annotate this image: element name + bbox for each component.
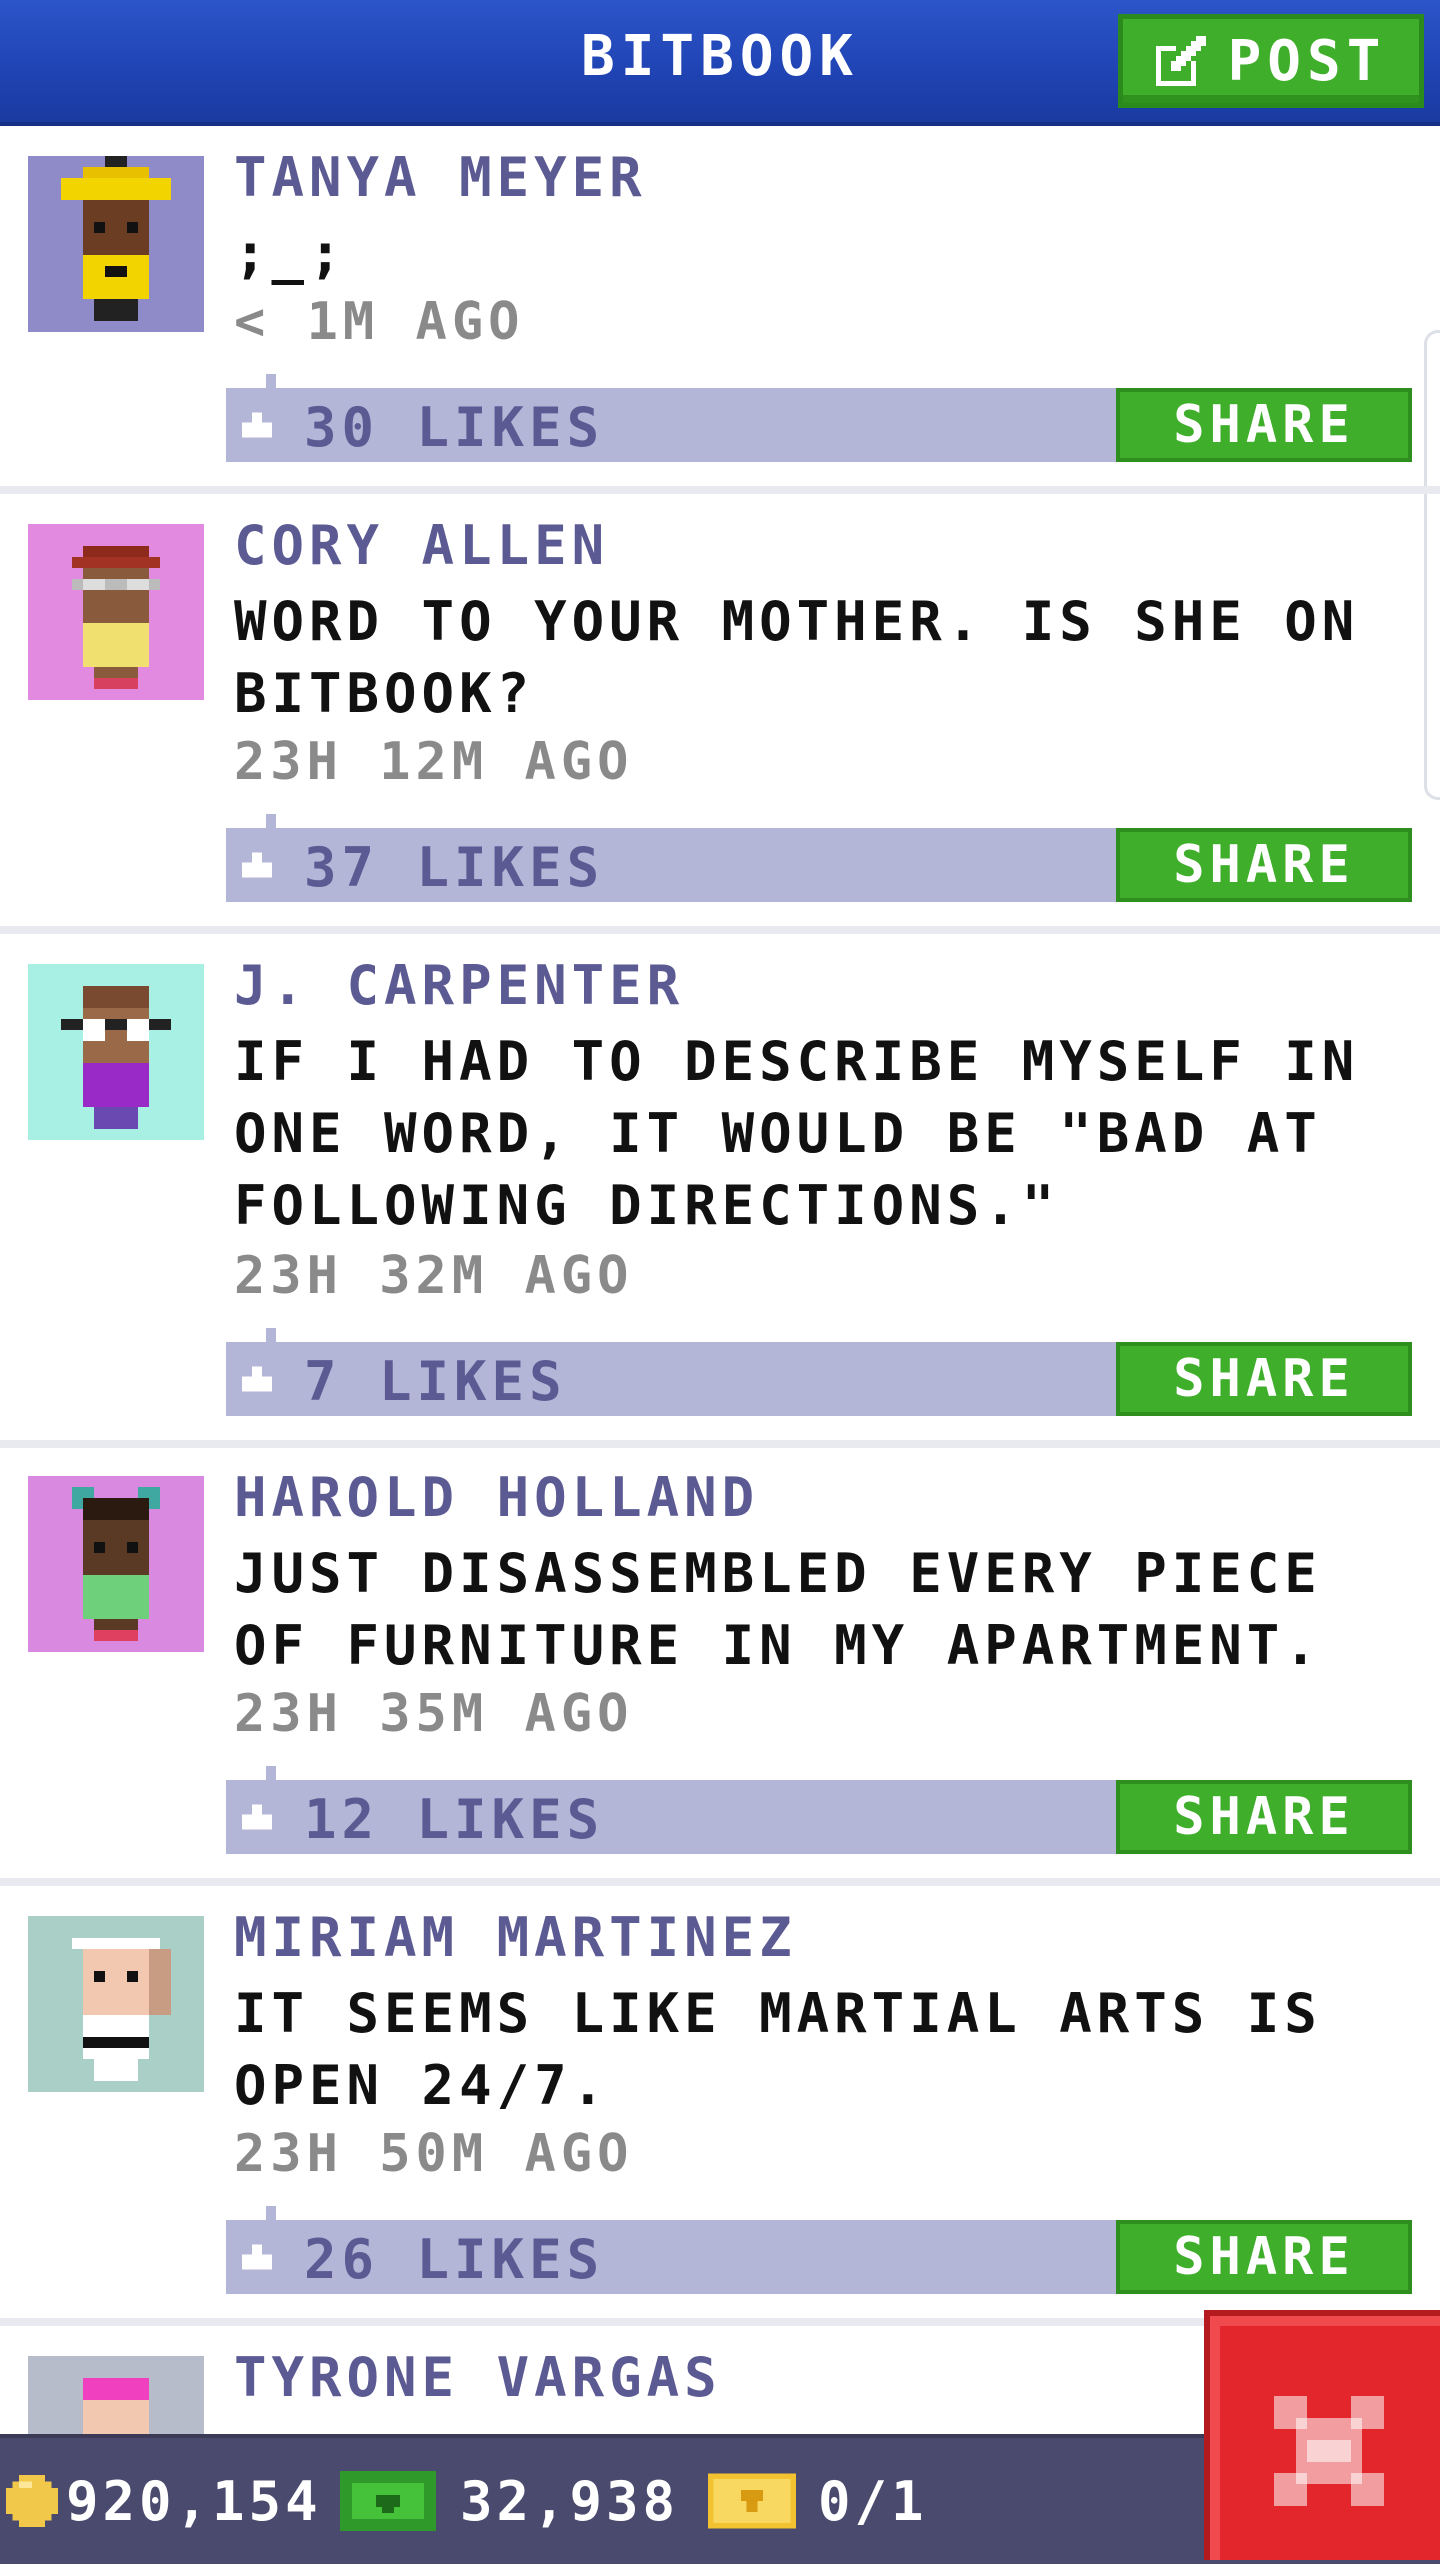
close-button[interactable]: [1204, 2310, 1440, 2560]
post-button[interactable]: POST: [1118, 14, 1424, 108]
share-button[interactable]: SHARE: [1116, 1780, 1412, 1854]
post-text: IT SEEMS LIKE MARTIAL ARTS IS OPEN 24/7.: [234, 1982, 1322, 2117]
likes-bar: 7 LIKES SHARE: [226, 1328, 1412, 1416]
like-icon[interactable]: [242, 412, 272, 438]
avatar[interactable]: [28, 156, 204, 332]
post-author[interactable]: HAROLD HOLLAND: [234, 1466, 759, 1529]
like-notch: [266, 814, 276, 828]
avatar[interactable]: [28, 1916, 204, 2092]
likes-count: 37 LIKES: [304, 836, 605, 899]
likes-bar: 37 LIKES SHARE: [226, 814, 1412, 902]
post-author[interactable]: TYRONE VARGAS: [234, 2346, 722, 2409]
post-time: < 1M AGO: [234, 292, 525, 352]
post-author[interactable]: MIRIAM MARTINEZ: [234, 1906, 797, 1969]
likes-bar: 26 LIKES SHARE: [226, 2206, 1412, 2294]
like-icon[interactable]: [242, 852, 272, 878]
likes-count: 26 LIKES: [304, 2228, 605, 2291]
edit-icon: [1155, 36, 1206, 86]
post-author[interactable]: J. CARPENTER: [234, 954, 684, 1017]
avatar[interactable]: [28, 524, 204, 700]
post-time: 23H 50M AGO: [234, 2124, 634, 2184]
coins-value: 920,154: [66, 2469, 322, 2533]
share-button[interactable]: SHARE: [1116, 2220, 1412, 2294]
post-time: 23H 12M AGO: [234, 732, 634, 792]
post-text: ;_;: [234, 222, 347, 285]
like-icon[interactable]: [242, 1366, 272, 1392]
post-text: JUST DISASSEMBLED EVERY PIECE OF FURNITU…: [234, 1542, 1322, 1677]
likes-count: 30 LIKES: [304, 396, 605, 459]
tickets-value: 0/1: [818, 2469, 928, 2533]
like-notch: [266, 2206, 276, 2220]
avatar[interactable]: [28, 964, 204, 1140]
post-divider: [0, 1878, 1440, 1886]
like-notch: [266, 1328, 276, 1342]
post-time: 23H 35M AGO: [234, 1684, 634, 1744]
likes-bar: 30 LIKES SHARE: [226, 374, 1412, 462]
likes-bar: 12 LIKES SHARE: [226, 1766, 1412, 1854]
like-icon[interactable]: [242, 1804, 272, 1830]
like-notch: [266, 1766, 276, 1780]
share-button[interactable]: SHARE: [1116, 388, 1412, 462]
post-author[interactable]: CORY ALLEN: [234, 514, 609, 577]
ticket-icon: [708, 2473, 796, 2529]
coins-stat: 920,154: [6, 2438, 322, 2564]
scrollbar[interactable]: [1424, 330, 1440, 800]
post-divider: [0, 926, 1440, 934]
app-header: BITBOOK POST: [0, 0, 1440, 126]
post-text: WORD TO YOUR MOTHER. IS SHE ON BITBOOK?: [234, 590, 1360, 725]
post-divider: [0, 1440, 1440, 1448]
like-notch: [266, 374, 276, 388]
post-time: 23H 32M AGO: [234, 1246, 634, 1306]
cash-icon: [340, 2471, 436, 2531]
avatar[interactable]: [28, 1476, 204, 1652]
post-text: IF I HAD TO DESCRIBE MYSELF IN ONE WORD,…: [234, 1030, 1360, 1237]
likes-count: 12 LIKES: [304, 1788, 605, 1851]
post-button-label: POST: [1227, 28, 1387, 94]
share-button[interactable]: SHARE: [1116, 1342, 1412, 1416]
close-icon: [1274, 2396, 1384, 2506]
bux-value: 32,938: [460, 2469, 680, 2533]
like-icon[interactable]: [242, 2244, 272, 2270]
tickets-stat: 0/1: [708, 2438, 928, 2564]
likes-count: 7 LIKES: [304, 1350, 567, 1413]
coin-icon: [6, 2475, 58, 2527]
post-divider: [0, 486, 1440, 494]
share-button[interactable]: SHARE: [1116, 828, 1412, 902]
bux-stat: 32,938: [340, 2438, 679, 2564]
post-author[interactable]: TANYA MEYER: [234, 146, 647, 209]
